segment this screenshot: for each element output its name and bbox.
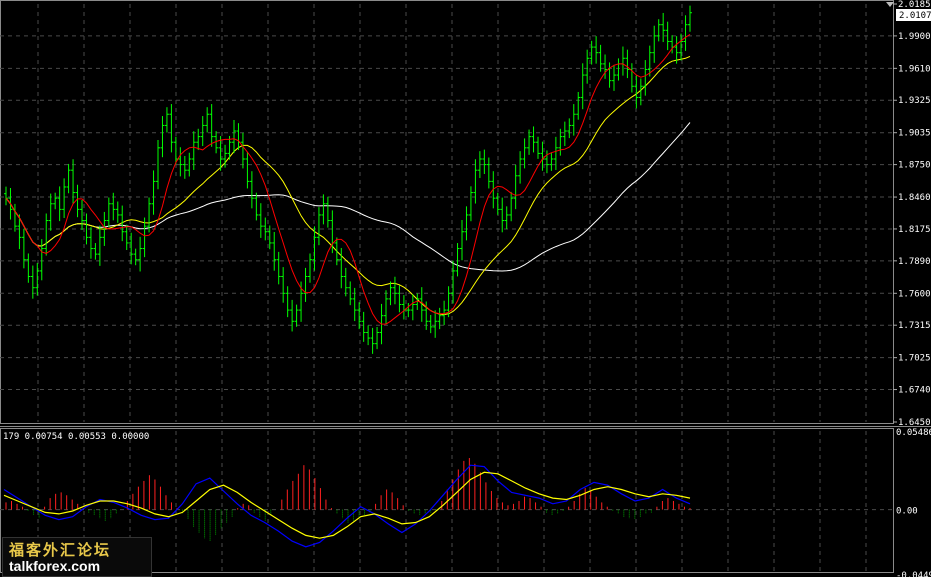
price-tick-label: 1.9035 <box>898 129 931 139</box>
watermark-logo: 福客外汇论坛 talkforex.com <box>2 537 152 577</box>
price-tick-label: 1.7025 <box>898 354 931 364</box>
chart-window[interactable]: 2.0185 1.9900 1.9610 1.9325 1.9035 1.8750 1.84… <box>0 0 931 577</box>
price-tick-label: 1.9610 <box>898 64 931 74</box>
price-tick-label: 2.0185 <box>898 0 931 10</box>
osc-tick-label: 0.05486 <box>896 428 931 438</box>
osc-main-line <box>3 464 691 548</box>
price-grid <box>0 0 931 574</box>
mid-moving-average <box>5 55 691 316</box>
current-price-value: 2.0107 <box>899 11 931 21</box>
shift-marker-icon[interactable] <box>886 2 894 7</box>
osc-signal-line <box>3 471 691 539</box>
price-tick-label: 1.9325 <box>898 96 931 106</box>
chart-canvas[interactable]: 2.0185 1.9900 1.9610 1.9325 1.9035 1.8750 1.84… <box>0 0 931 577</box>
price-tick-label: 1.9900 <box>898 32 931 42</box>
price-tick-label: 1.8750 <box>898 161 931 171</box>
price-tick-label: 1.6450 <box>898 418 931 428</box>
price-tick-label: 1.8175 <box>898 225 931 235</box>
current-price-label: 2.0107 <box>896 9 931 21</box>
oscillator-header: 179 0.00754 0.00553 0.00000 <box>3 432 149 442</box>
price-tick-label: 1.7315 <box>898 321 931 331</box>
watermark-en-text: talkforex.com <box>9 558 101 574</box>
price-axis: 2.0185 1.9900 1.9610 1.9325 1.9035 1.8750 1.84… <box>893 0 931 428</box>
price-pane-frame <box>0 0 894 424</box>
osc-tick-label: -0.04498 <box>896 571 931 577</box>
osc-tick-label: 0.00 <box>896 507 918 517</box>
price-bars <box>4 5 692 354</box>
watermark-cn-text: 福客外汇论坛 <box>9 541 112 559</box>
price-tick-label: 1.8460 <box>898 193 931 203</box>
price-tick-label: 1.7890 <box>898 257 931 267</box>
mid-ma-line <box>5 55 691 316</box>
price-tick-label: 1.6740 <box>898 386 931 396</box>
price-tick-label: 1.7600 <box>898 289 931 299</box>
